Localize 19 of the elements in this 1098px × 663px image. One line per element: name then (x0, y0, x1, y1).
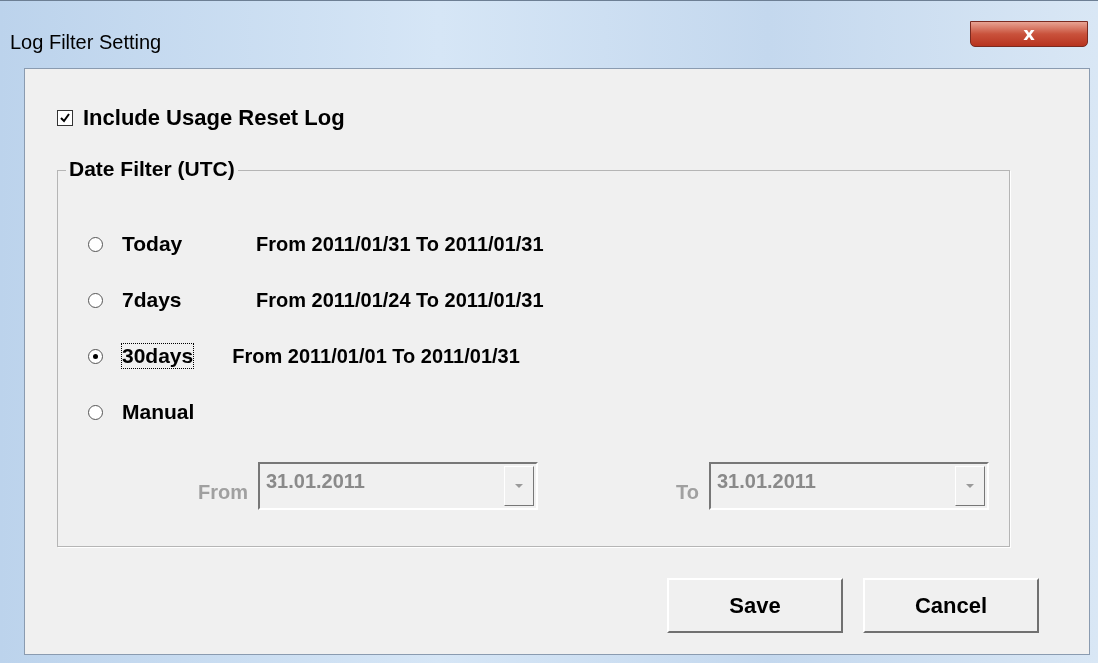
radio-button[interactable] (88, 236, 103, 252)
close-button[interactable]: x (970, 21, 1088, 47)
date-range-text: From 2011/01/31 To 2011/01/31 (256, 232, 544, 256)
date-range-text: From 2011/01/24 To 2011/01/31 (256, 288, 544, 312)
radio-label: 30days (121, 343, 195, 369)
window-title: Log Filter Setting (10, 31, 162, 54)
radio-label: Manual (121, 399, 196, 425)
field-label: To (676, 480, 699, 504)
radio-label: Today (121, 231, 184, 257)
radio-button[interactable] (88, 348, 103, 364)
date-range-text: From 2011/01/01 To 2011/01/31 (232, 344, 520, 368)
checkbox[interactable] (57, 110, 73, 126)
radio-button[interactable] (88, 404, 103, 420)
radio-button[interactable] (88, 292, 103, 308)
radio-label: 7days (121, 287, 183, 313)
cancel-button[interactable]: Cancel (863, 578, 1039, 633)
field-label: From (198, 480, 248, 504)
checkbox-label: Include Usage Reset Log (83, 105, 345, 131)
save-button[interactable]: Save (667, 578, 843, 633)
